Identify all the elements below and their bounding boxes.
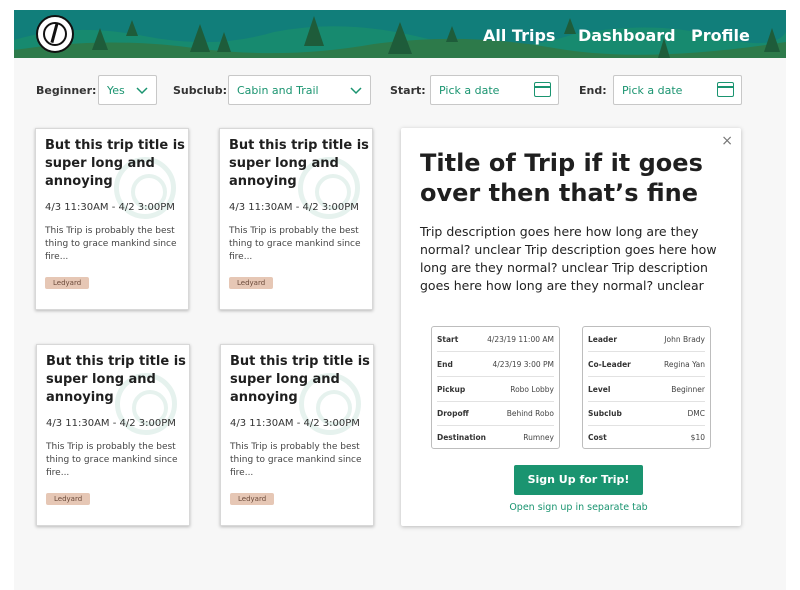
open-signup-new-tab-link[interactable]: Open sign up in separate tab	[481, 502, 676, 513]
row-key: Leader	[588, 335, 618, 344]
trip-card-description: This Trip is probably the best thing to …	[230, 442, 362, 478]
row-value: John Brady	[664, 335, 705, 344]
trip-card-tag: Ledyard	[230, 493, 275, 505]
row-value: 4/23/19 3:00 PM	[492, 360, 554, 369]
subclub-value: Cabin and Trail	[237, 84, 319, 97]
row-value: Beginner	[671, 385, 705, 394]
beginner-select[interactable]: Yes	[98, 75, 157, 105]
trip-schedule-table: Start 4/23/19 11:00 AM End 4/23/19 3:00 …	[431, 326, 560, 449]
table-row: Dropoff Behind Robo	[437, 401, 554, 426]
trip-card-description: This Trip is probably the best thing to …	[46, 442, 178, 478]
table-row: End 4/23/19 3:00 PM	[437, 352, 554, 377]
trip-card[interactable]: But this trip title is super long and an…	[219, 128, 373, 310]
trip-card-description: This Trip is probably the best thing to …	[45, 226, 177, 262]
row-key: End	[437, 360, 453, 369]
table-row: Level Beginner	[588, 377, 705, 402]
beginner-value: Yes	[107, 84, 125, 97]
trip-card-description: This Trip is probably the best thing to …	[229, 226, 361, 262]
row-key: Pickup	[437, 385, 466, 394]
trip-card-tag: Ledyard	[46, 493, 91, 505]
row-value: DMC	[687, 409, 705, 418]
row-value: Rumney	[523, 433, 554, 442]
chevron-down-icon	[136, 87, 148, 95]
trip-card-tag: Ledyard	[229, 277, 274, 289]
nav-dashboard[interactable]: Dashboard	[578, 26, 676, 45]
trip-detail-panel: × Title of Trip if it goes over then tha…	[401, 128, 741, 526]
table-row: Co-Leader Regina Yan	[588, 352, 705, 377]
row-key: Destination	[437, 433, 486, 442]
trip-card-date: 4/3 11:30AM - 4/2 3:00PM	[229, 202, 359, 213]
trip-card[interactable]: But this trip title is super long and an…	[220, 344, 374, 526]
trip-card-title: But this trip title is super long and an…	[229, 138, 369, 189]
trip-card-date: 4/3 11:30AM - 4/2 3:00PM	[46, 418, 176, 429]
nav-all-trips[interactable]: All Trips	[483, 26, 555, 45]
start-date-placeholder: Pick a date	[439, 84, 500, 97]
row-value: Behind Robo	[506, 409, 554, 418]
trip-card-date: 4/3 11:30AM - 4/2 3:00PM	[230, 418, 360, 429]
row-key: Subclub	[588, 409, 622, 418]
end-label: End:	[579, 84, 607, 97]
trip-detail-description: Trip description goes here how long are …	[420, 224, 717, 293]
header-bar: All Trips Dashboard Profile	[14, 10, 786, 58]
end-date-placeholder: Pick a date	[622, 84, 683, 97]
sign-up-button[interactable]: Sign Up for Trip!	[514, 465, 643, 495]
row-value: 4/23/19 11:00 AM	[487, 335, 554, 344]
row-value: $10	[690, 433, 705, 442]
trip-card-title: But this trip title is super long and an…	[45, 138, 185, 189]
start-date-picker[interactable]: Pick a date	[430, 75, 559, 105]
trip-card-title: But this trip title is super long and an…	[230, 354, 370, 405]
row-value: Robo Lobby	[510, 385, 554, 394]
row-key: Level	[588, 385, 611, 394]
club-logo[interactable]	[36, 15, 74, 53]
table-row: Start 4/23/19 11:00 AM	[437, 327, 554, 352]
subclub-label: Subclub:	[173, 84, 228, 97]
row-key: Cost	[588, 433, 607, 442]
beginner-label: Beginner:	[36, 84, 97, 97]
calendar-icon	[717, 82, 734, 97]
trip-card-tag: Ledyard	[45, 277, 90, 289]
close-icon[interactable]: ×	[721, 133, 733, 149]
trip-card-date: 4/3 11:30AM - 4/2 3:00PM	[45, 202, 175, 213]
trip-card[interactable]: But this trip title is super long and an…	[35, 128, 189, 310]
table-row: Leader John Brady	[588, 327, 705, 352]
table-row: Cost $10	[588, 425, 705, 450]
table-row: Pickup Robo Lobby	[437, 377, 554, 402]
trip-card[interactable]: But this trip title is super long and an…	[36, 344, 190, 526]
calendar-icon	[534, 82, 551, 97]
row-value: Regina Yan	[664, 360, 705, 369]
end-date-picker[interactable]: Pick a date	[613, 75, 742, 105]
subclub-select[interactable]: Cabin and Trail	[228, 75, 371, 105]
trip-card-title: But this trip title is super long and an…	[46, 354, 186, 405]
row-key: Dropoff	[437, 409, 469, 418]
chevron-down-icon	[350, 87, 362, 95]
row-key: Co-Leader	[588, 360, 631, 369]
table-row: Subclub DMC	[588, 401, 705, 426]
table-row: Destination Rumney	[437, 425, 554, 450]
start-label: Start:	[390, 84, 426, 97]
app-frame: All Trips Dashboard Profile Beginner: Ye…	[14, 10, 786, 590]
trip-detail-title: Title of Trip if it goes over then that’…	[420, 149, 703, 207]
nav-profile[interactable]: Profile	[691, 26, 750, 45]
row-key: Start	[437, 335, 459, 344]
trip-info-table: Leader John Brady Co-Leader Regina Yan L…	[582, 326, 711, 449]
